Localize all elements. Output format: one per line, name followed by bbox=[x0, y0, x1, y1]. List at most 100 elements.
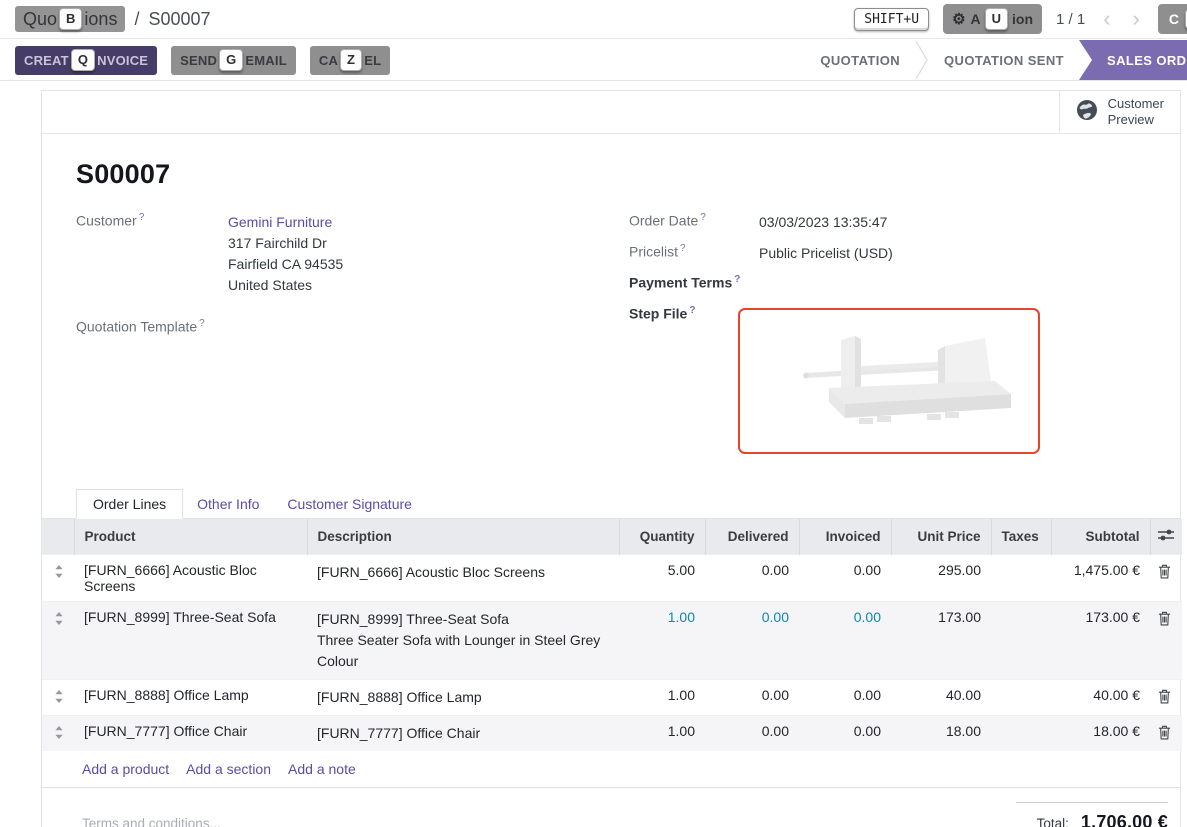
cell-subtotal[interactable]: 40.00 € bbox=[1051, 679, 1150, 715]
cell-taxes[interactable] bbox=[991, 601, 1051, 679]
status-step-quotation[interactable]: QUOTATION bbox=[805, 53, 915, 68]
breadcrumb-parent-text-pre: Quo bbox=[23, 9, 57, 30]
delete-row-icon[interactable] bbox=[1150, 679, 1182, 715]
cell-subtotal[interactable]: 173.00 € bbox=[1051, 601, 1150, 679]
cell-invoiced[interactable]: 0.00 bbox=[799, 554, 891, 601]
breadcrumb-parent-link[interactable]: QuoBions bbox=[15, 6, 125, 32]
status-step-quotation-sent[interactable]: QUOTATION SENT bbox=[929, 53, 1079, 68]
column-description[interactable]: Description bbox=[307, 519, 619, 554]
hotkey-badge-q: Q bbox=[71, 49, 95, 71]
column-product[interactable]: Product bbox=[74, 519, 307, 554]
quotation-template-label: Quotation Template? bbox=[76, 318, 228, 335]
payment-terms-label: Payment Terms? bbox=[629, 274, 759, 291]
cell-taxes[interactable] bbox=[991, 715, 1051, 751]
cell-taxes[interactable] bbox=[991, 679, 1051, 715]
cell-quantity[interactable]: 1.00 bbox=[619, 601, 705, 679]
cell-invoiced[interactable]: 0.00 bbox=[799, 679, 891, 715]
column-subtotal[interactable]: Subtotal bbox=[1051, 519, 1150, 554]
tab-order-lines[interactable]: Order Lines bbox=[76, 489, 183, 519]
column-delivered[interactable]: Delivered bbox=[705, 519, 799, 554]
add-product-link[interactable]: Add a product bbox=[82, 761, 169, 777]
cell-delivered[interactable]: 0.00 bbox=[705, 601, 799, 679]
customer-address-line1: 317 Fairchild Dr bbox=[228, 235, 327, 251]
action-menu-button[interactable]: ⚙ AUion bbox=[943, 4, 1042, 34]
add-note-link[interactable]: Add a note bbox=[288, 761, 356, 777]
cell-quantity[interactable]: 1.00 bbox=[619, 715, 705, 751]
delete-row-icon[interactable] bbox=[1150, 554, 1182, 601]
step-separator-icon bbox=[915, 40, 929, 80]
cell-delivered[interactable]: 0.00 bbox=[705, 554, 799, 601]
cell-unit-price[interactable]: 295.00 bbox=[891, 554, 991, 601]
cell-invoiced[interactable]: 0.00 bbox=[799, 601, 891, 679]
cell-unit-price[interactable]: 18.00 bbox=[891, 715, 991, 751]
field-order-date: Order Date? 03/03/2023 13:35:47 bbox=[629, 212, 1059, 233]
pricelist-value[interactable]: Public Pricelist (USD) bbox=[759, 243, 893, 264]
drag-handle-icon[interactable] bbox=[42, 601, 74, 679]
customer-label-text: Customer bbox=[76, 213, 137, 229]
column-invoiced[interactable]: Invoiced bbox=[799, 519, 891, 554]
help-icon: ? bbox=[700, 212, 706, 223]
delete-row-icon[interactable] bbox=[1150, 601, 1182, 679]
cell-quantity[interactable]: 1.00 bbox=[619, 679, 705, 715]
column-quantity[interactable]: Quantity bbox=[619, 519, 705, 554]
optional-columns-icon[interactable] bbox=[1150, 519, 1182, 554]
cell-delivered[interactable]: 0.00 bbox=[705, 679, 799, 715]
customer-preview-line1: Customer bbox=[1108, 96, 1164, 111]
form-card: Customer Preview S00007 Customer? Gemini… bbox=[41, 90, 1181, 827]
drag-handle-icon[interactable] bbox=[42, 715, 74, 751]
terms-placeholder[interactable]: Terms and conditions... bbox=[82, 816, 221, 827]
pager-next-icon[interactable]: › bbox=[1129, 9, 1144, 29]
table-row[interactable]: [FURN_8888] Office Lamp[FURN_8888] Offic… bbox=[42, 679, 1182, 715]
tab-customer-signature[interactable]: Customer Signature bbox=[273, 490, 426, 518]
cell-description[interactable]: [FURN_6666] Acoustic Bloc Screens bbox=[307, 554, 619, 601]
form-statusbar-row: Customer Preview bbox=[42, 91, 1180, 134]
step-file-preview[interactable] bbox=[738, 308, 1040, 454]
column-unit-price[interactable]: Unit Price bbox=[891, 519, 991, 554]
add-section-link[interactable]: Add a section bbox=[186, 761, 271, 777]
create-button[interactable]: C bbox=[1158, 4, 1187, 34]
send-email-button[interactable]: SENDGEMAIL bbox=[171, 46, 296, 75]
pager-value: 1 / 1 bbox=[1056, 11, 1085, 28]
cell-description[interactable]: [FURN_7777] Office Chair bbox=[307, 715, 619, 751]
cancel-button[interactable]: CAZEL bbox=[310, 46, 390, 75]
customer-preview-button[interactable]: Customer Preview bbox=[1059, 91, 1180, 133]
cell-quantity[interactable]: 5.00 bbox=[619, 554, 705, 601]
cell-product[interactable]: [FURN_7777] Office Chair bbox=[74, 715, 307, 751]
cell-invoiced[interactable]: 0.00 bbox=[799, 715, 891, 751]
shortcut-key-badge: SHIFT+U bbox=[854, 8, 929, 31]
cell-product[interactable]: [FURN_6666] Acoustic Bloc Screens bbox=[74, 554, 307, 601]
cell-taxes[interactable] bbox=[991, 554, 1051, 601]
cell-subtotal[interactable]: 18.00 € bbox=[1051, 715, 1150, 751]
customer-link[interactable]: Gemini Furniture bbox=[228, 214, 332, 230]
cell-description[interactable]: [FURN_8888] Office Lamp bbox=[307, 679, 619, 715]
field-column-right: Order Date? 03/03/2023 13:35:47 Pricelis… bbox=[629, 212, 1059, 321]
form-toolbar: CREATQNVOICE SENDGEMAIL CAZEL QUOTATION … bbox=[0, 40, 1187, 81]
cell-description[interactable]: [FURN_8999] Three-Seat Sofa Three Seater… bbox=[307, 601, 619, 679]
column-handle bbox=[42, 519, 74, 554]
cell-subtotal[interactable]: 1,475.00 € bbox=[1051, 554, 1150, 601]
cell-product[interactable]: [FURN_8999] Three-Seat Sofa bbox=[74, 601, 307, 679]
status-step-sales-order-active[interactable]: SALES ORDER bbox=[1079, 40, 1187, 80]
drag-handle-icon[interactable] bbox=[42, 554, 74, 601]
pager-previous-icon[interactable]: ‹ bbox=[1099, 9, 1114, 29]
order-lines-table: Product Description Quantity Delivered I… bbox=[42, 519, 1182, 751]
create-invoice-button[interactable]: CREATQNVOICE bbox=[15, 46, 157, 75]
help-icon: ? bbox=[689, 305, 695, 316]
cell-product[interactable]: [FURN_8888] Office Lamp bbox=[74, 679, 307, 715]
table-row[interactable]: [FURN_7777] Office Chair[FURN_7777] Offi… bbox=[42, 715, 1182, 751]
step-file-label-text: Step File bbox=[629, 305, 687, 321]
breadcrumb-separator: / bbox=[134, 9, 139, 30]
order-date-value[interactable]: 03/03/2023 13:35:47 bbox=[759, 212, 887, 233]
tab-other-info[interactable]: Other Info bbox=[183, 490, 273, 518]
drag-handle-icon[interactable] bbox=[42, 679, 74, 715]
form-sheet: S00007 Customer? Gemini Furniture 317 Fa… bbox=[42, 159, 1180, 486]
delete-row-icon[interactable] bbox=[1150, 715, 1182, 751]
cell-unit-price[interactable]: 40.00 bbox=[891, 679, 991, 715]
order-date-label-text: Order Date bbox=[629, 213, 698, 229]
payment-terms-label-text: Payment Terms bbox=[629, 275, 732, 291]
table-row[interactable]: [FURN_8999] Three-Seat Sofa[FURN_8999] T… bbox=[42, 601, 1182, 679]
cell-delivered[interactable]: 0.00 bbox=[705, 715, 799, 751]
column-taxes[interactable]: Taxes bbox=[991, 519, 1051, 554]
table-row[interactable]: [FURN_6666] Acoustic Bloc Screens[FURN_6… bbox=[42, 554, 1182, 601]
cell-unit-price[interactable]: 173.00 bbox=[891, 601, 991, 679]
